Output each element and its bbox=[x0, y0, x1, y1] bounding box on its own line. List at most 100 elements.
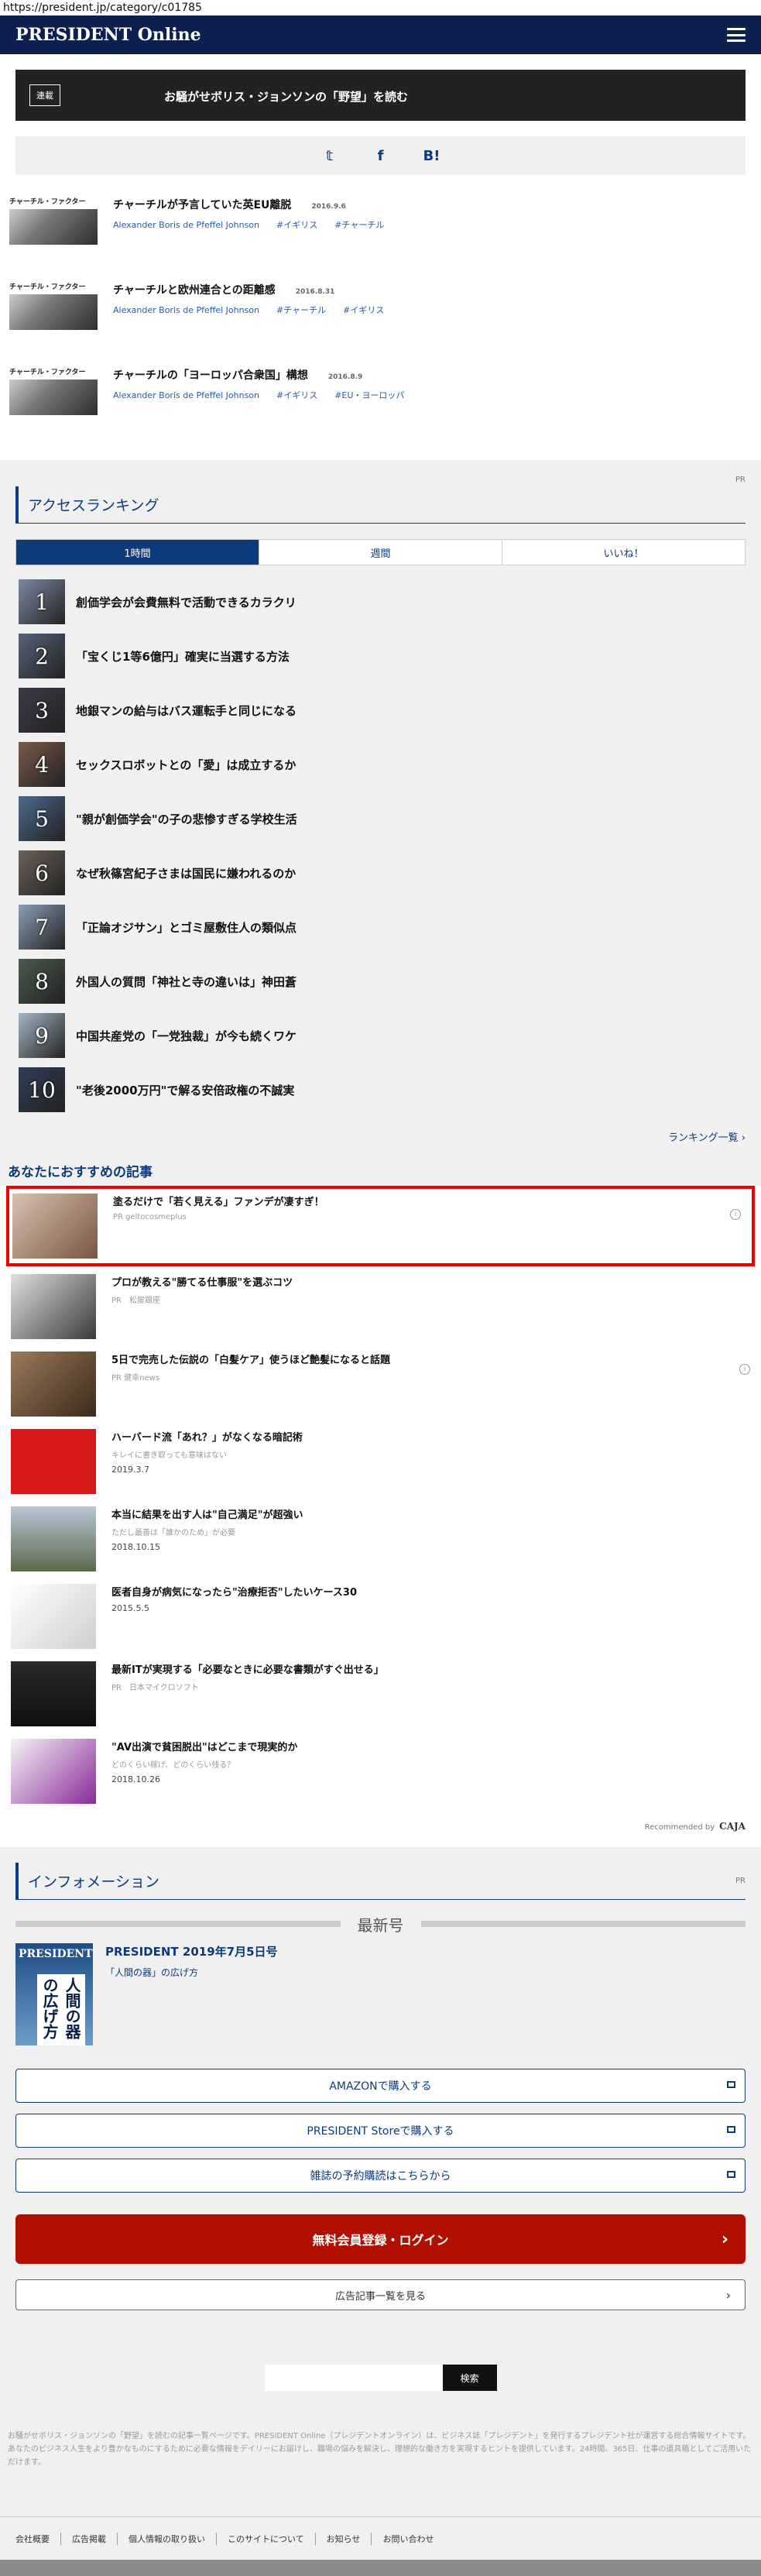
related-item[interactable]: チャーチル・ファクター チャーチルが予言していた英EU離脱 2016.9.6 Al… bbox=[0, 189, 761, 274]
ranking-item[interactable]: 2 「宝くじ1等6億円」確実に当選する方法 bbox=[15, 629, 746, 683]
ranking-item[interactable]: 4 セックスロボットとの「愛」は成立するか bbox=[15, 737, 746, 792]
menu-icon[interactable] bbox=[727, 28, 746, 42]
external-link-icon bbox=[727, 2171, 735, 2178]
recommend-date: 2018.10.26 bbox=[111, 1774, 160, 1784]
magazine-title[interactable]: PRESIDENT 2019年7月5日号 bbox=[105, 1943, 278, 1959]
recommend-date: 2018.10.15 bbox=[111, 1542, 160, 1552]
recommend-title[interactable]: プロが教える"勝てる仕事服"を選ぶコツ bbox=[111, 1274, 708, 1289]
author-tag[interactable]: Alexander Boris de Pfeffel Johnson bbox=[113, 305, 259, 315]
footer-link[interactable]: 個人情報の取り扱い bbox=[118, 2532, 217, 2545]
ranking-thumbnail: 9 bbox=[19, 1013, 65, 1058]
recommend-title[interactable]: 5日で完売した伝説の「白髪ケア」使うほど艶髪になると話題 bbox=[111, 1352, 708, 1366]
store-buy-button[interactable]: PRESIDENT Storeで購入する bbox=[15, 2114, 746, 2148]
ranking-item[interactable]: 6 なぜ秋篠宮紀子さまは国民に嫌われるのか bbox=[15, 846, 746, 900]
recommend-item[interactable]: 医者自身が病気になったら"治療拒否"したいケース30 2015.5.5 bbox=[0, 1576, 761, 1654]
external-link-icon bbox=[727, 2126, 735, 2133]
recommend-thumbnail bbox=[11, 1352, 96, 1417]
ranking-item[interactable]: 8 外国人の質問「神社と寺の違いは」神田蒼 bbox=[15, 954, 746, 1008]
search-input[interactable] bbox=[264, 2365, 443, 2391]
chevron-right-icon: › bbox=[725, 2287, 731, 2303]
recommend-title[interactable]: 塗るだけで「若く見える」ファンデが凄すぎ！ bbox=[113, 1194, 709, 1208]
tag-link[interactable]: #EU・ヨーロッパ bbox=[334, 390, 404, 400]
facebook-icon[interactable]: f bbox=[370, 148, 392, 164]
recommend-thumbnail bbox=[11, 1739, 96, 1804]
footer-link[interactable]: 会社概要 bbox=[15, 2532, 61, 2545]
ranking-item[interactable]: 1 創価学会が会費無料で活動できるカラクリ bbox=[15, 575, 746, 629]
ranking-title[interactable]: セックスロボットとの「愛」は成立するか bbox=[76, 757, 296, 773]
related-item[interactable]: チャーチル・ファクター チャーチルの「ヨーロッパ合衆国」構想 2016.8.9 A… bbox=[0, 359, 761, 445]
author-tag[interactable]: Alexander Boris de Pfeffel Johnson bbox=[113, 390, 259, 400]
recommend-thumbnail bbox=[12, 1194, 98, 1259]
register-login-button[interactable]: 無料会員登録・ログイン › bbox=[15, 2214, 746, 2264]
recommend-subtitle: キレイに書き取っても意味はない bbox=[111, 1451, 227, 1460]
article-title[interactable]: チャーチルが予言していた英EU離脱 bbox=[113, 197, 291, 212]
ranking-item[interactable]: 7 「正論オジサン」とゴミ屋敷住人の類似点 bbox=[15, 900, 746, 954]
recommend-item[interactable]: 本当に結果を出す人は"自己満足"が超強い ただし最善は「誰かのため」が必要 2018… bbox=[0, 1499, 761, 1576]
ranking-item[interactable]: 3 地銀マンの給与はバス運転手と同じになる bbox=[15, 683, 746, 737]
footer-link[interactable]: お知らせ bbox=[316, 2532, 372, 2545]
ranking-title[interactable]: 「正論オジサン」とゴミ屋敷住人の類似点 bbox=[76, 919, 297, 936]
ranking-item[interactable]: 10 "老後2000万円"で解る安倍政権の不誠実 bbox=[15, 1063, 746, 1117]
tag-link[interactable]: #イギリス bbox=[276, 220, 317, 230]
ranking-title[interactable]: 創価学会が会費無料で活動できるカラクリ bbox=[76, 594, 297, 610]
ranking-item[interactable]: 9 中国共産党の「一党独裁」が今も続くワケ bbox=[15, 1008, 746, 1063]
recommend-subtitle: PR geltocosmeplus bbox=[113, 1213, 187, 1221]
recommend-item[interactable]: 5日で完売した伝説の「白髪ケア」使うほど艶髪になると話題 PR 健幸news i bbox=[0, 1344, 761, 1421]
recommend-title[interactable]: "AV出演で貧困脱出"はどこまで現実的か bbox=[111, 1739, 708, 1753]
footer-link[interactable]: このサイトについて bbox=[217, 2532, 316, 2545]
hatena-bookmark-icon[interactable]: B! bbox=[421, 148, 443, 164]
site-logo[interactable]: PRESIDENT Online bbox=[15, 25, 201, 45]
recommend-item[interactable]: 塗るだけで「若く見える」ファンデが凄すぎ！ PR geltocosmeplus i bbox=[6, 1186, 755, 1266]
ranking-title[interactable]: 中国共産党の「一党独裁」が今も続くワケ bbox=[76, 1028, 297, 1044]
ranking-title[interactable]: なぜ秋篠宮紀子さまは国民に嫌われるのか bbox=[76, 865, 296, 881]
copyright: Copyright © PRESIDENT Inc. All rights re… bbox=[0, 2560, 761, 2576]
ranking-thumbnail: 7 bbox=[19, 905, 65, 950]
rank-number: 9 bbox=[35, 1022, 49, 1049]
search-button[interactable]: 検索 bbox=[442, 2365, 497, 2391]
series-banner[interactable]: 連載 お騒がせボリス・ジョンソンの「野望」を読む bbox=[15, 70, 746, 121]
tag-link[interactable]: #チャーチル bbox=[276, 305, 326, 315]
caja-logo[interactable]: CAJA bbox=[719, 1821, 746, 1832]
ranking-title[interactable]: 外国人の質問「神社と寺の違いは」神田蒼 bbox=[76, 974, 297, 990]
info-icon[interactable]: i bbox=[739, 1364, 750, 1375]
ad-articles-button[interactable]: 広告記事一覧を見る › bbox=[15, 2279, 746, 2310]
article-title[interactable]: チャーチルと欧州連合との距離感 bbox=[113, 282, 276, 297]
pr-label: PR bbox=[735, 1877, 746, 1885]
recommend-item[interactable]: "AV出演で貧困脱出"はどこまで現実的か どのくらい稼げ、どのくらい残る？ 2018… bbox=[0, 1731, 761, 1808]
ranking-thumbnail: 2 bbox=[19, 634, 65, 678]
tab-hourly[interactable]: 1時間 bbox=[16, 540, 259, 565]
recommend-item[interactable]: 最新ITが実現する「必要なときに必要な書類がすぐ出せる」 PR 日本マイクロソフト bbox=[0, 1654, 761, 1731]
recommend-title[interactable]: ハーバード流「あれ？」がなくなる暗記術 bbox=[111, 1429, 708, 1444]
footer-link[interactable]: お問い合わせ bbox=[372, 2533, 444, 2545]
author-tag[interactable]: Alexander Boris de Pfeffel Johnson bbox=[113, 220, 259, 230]
ranking-title[interactable]: 「宝くじ1等6億円」確実に当選する方法 bbox=[76, 648, 290, 665]
article-title[interactable]: チャーチルの「ヨーロッパ合衆国」構想 bbox=[113, 367, 308, 383]
related-item[interactable]: チャーチル・ファクター チャーチルと欧州連合との距離感 2016.8.31 Ale… bbox=[0, 274, 761, 359]
ranking-title[interactable]: "老後2000万円"で解る安倍政権の不誠実 bbox=[76, 1082, 294, 1098]
ranking-more-link[interactable]: ランキング一覧 › bbox=[15, 1117, 746, 1159]
recommend-item[interactable]: プロが教える"勝てる仕事服"を選ぶコツ PR 松屋銀座 bbox=[0, 1266, 761, 1344]
recommend-item[interactable]: ハーバード流「あれ？」がなくなる暗記術 キレイに書き取っても意味はない 2019.3… bbox=[0, 1421, 761, 1499]
ranking-title[interactable]: "親が創価学会"の子の悲惨すぎる学校生活 bbox=[76, 811, 297, 827]
amazon-buy-button[interactable]: AMAZONで購入する bbox=[15, 2069, 746, 2103]
footer-link[interactable]: 広告掲載 bbox=[61, 2532, 118, 2545]
twitter-icon[interactable]: 𝕥 bbox=[319, 148, 341, 164]
magazine-cover[interactable]: PRESIDENT 人間の器の広げ方 bbox=[15, 1943, 93, 2045]
recommend-thumbnail bbox=[11, 1274, 96, 1339]
ranking-title[interactable]: 地銀マンの給与はバス運転手と同じになる bbox=[76, 702, 297, 719]
recommend-thumbnail bbox=[11, 1506, 96, 1571]
subscribe-button[interactable]: 雑誌の予約購読はこちらから bbox=[15, 2159, 746, 2193]
recommend-title[interactable]: 最新ITが実現する「必要なときに必要な書類がすぐ出せる」 bbox=[111, 1661, 708, 1676]
recommend-title[interactable]: 本当に結果を出す人は"自己満足"が超強い bbox=[111, 1506, 708, 1521]
pr-label: PR bbox=[735, 476, 746, 484]
tab-weekly[interactable]: 週間 bbox=[259, 540, 502, 565]
tab-likes[interactable]: いいね！ bbox=[502, 540, 745, 565]
recommend-title[interactable]: 医者自身が病気になったら"治療拒否"したいケース30 bbox=[111, 1584, 708, 1599]
tag-link[interactable]: #イギリス bbox=[343, 305, 384, 315]
ranking-item[interactable]: 5 "親が創価学会"の子の悲惨すぎる学校生活 bbox=[15, 792, 746, 846]
info-icon[interactable]: i bbox=[730, 1209, 741, 1220]
page: https://president.jp/category/c01785 PRE… bbox=[0, 0, 761, 2576]
tag-link[interactable]: #イギリス bbox=[276, 390, 317, 400]
recommend-thumbnail bbox=[11, 1584, 96, 1649]
tag-link[interactable]: #チャーチル bbox=[334, 220, 384, 230]
